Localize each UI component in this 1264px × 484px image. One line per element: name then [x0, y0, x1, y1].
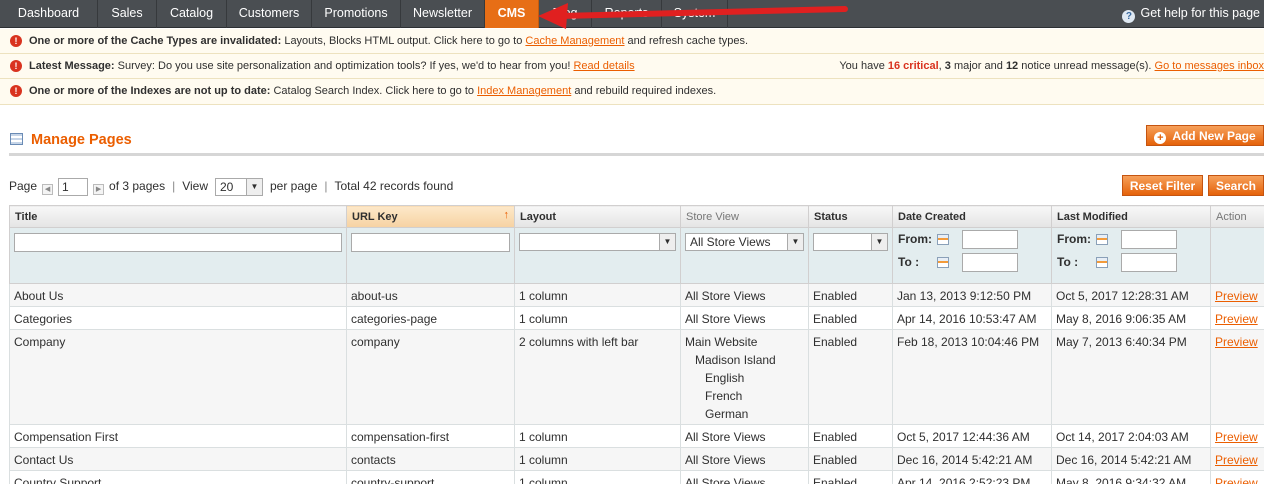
pager: Page ◀ 1 ▶ of 3 pages | View 20 ▼ per page | Total … — [9, 178, 454, 196]
calendar-icon[interactable] — [1096, 234, 1108, 245]
status-filter-select[interactable]: ▼ — [813, 233, 888, 251]
latest-message-title: Latest Message: — [29, 60, 115, 72]
chevron-down-icon: ▼ — [246, 179, 262, 195]
sort-up-icon: ↑ — [503, 209, 510, 221]
index-management-link[interactable]: Index Management — [477, 85, 571, 97]
column-date-created[interactable]: Date Created — [892, 205, 1052, 228]
read-details-link[interactable]: Read details — [573, 60, 634, 72]
preview-link[interactable]: Preview — [1215, 289, 1258, 303]
cache-message-text: Layouts, Blocks HTML output. Click here … — [281, 35, 526, 47]
page-input[interactable]: 1 — [58, 178, 89, 196]
index-message-title: One or more of the Indexes are not up to… — [29, 85, 271, 97]
nav-cms[interactable]: CMS — [485, 0, 539, 28]
column-status[interactable]: Status — [808, 205, 893, 228]
search-button[interactable]: Search — [1208, 175, 1264, 196]
created-from-input[interactable] — [962, 230, 1018, 249]
preview-link[interactable]: Preview — [1215, 476, 1258, 484]
column-last-modified[interactable]: Last Modified — [1051, 205, 1211, 228]
calendar-icon[interactable] — [937, 234, 949, 245]
created-to-input[interactable] — [962, 253, 1018, 272]
error-icon: ! — [10, 60, 22, 72]
preview-link[interactable]: Preview — [1215, 335, 1258, 349]
nav-sales[interactable]: Sales — [98, 0, 157, 28]
table-row[interactable]: About Us about-us 1 column All Store Views E… — [9, 283, 1264, 307]
column-url-key[interactable]: URL Key ↑ — [346, 205, 515, 228]
chevron-down-icon: ▼ — [871, 234, 887, 250]
notice-count: 12 — [1005, 60, 1019, 72]
column-title[interactable]: Title — [9, 205, 347, 228]
preview-link[interactable]: Preview — [1215, 453, 1258, 467]
latest-message-text: Survey: Do you use site personalization … — [114, 60, 574, 72]
index-message: ! One or more of the Indexes are not up … — [0, 79, 1264, 105]
page-title: Manage Pages — [31, 132, 132, 148]
column-action: Action — [1210, 205, 1264, 228]
grid-icon — [10, 133, 23, 145]
unread-summary: You have 16 critical, 3 major and 12 not… — [839, 60, 1264, 72]
table-row[interactable]: Contact Us contacts 1 column All Store View… — [9, 447, 1264, 471]
column-store-view[interactable]: Store View — [680, 205, 809, 228]
nav-customers[interactable]: Customers — [227, 0, 312, 28]
index-message-tail: and rebuild required indexes. — [571, 85, 717, 97]
url-key-filter-input[interactable] — [351, 233, 510, 252]
error-icon: ! — [10, 35, 22, 47]
cache-message-tail: and refresh cache types. — [624, 35, 748, 47]
table-row[interactable]: Company company 2 columns with left bar Ma… — [9, 329, 1264, 425]
chevron-down-icon: ▼ — [787, 234, 803, 250]
next-page-icon[interactable]: ▶ — [93, 184, 105, 195]
reset-filter-button[interactable]: Reset Filter — [1122, 175, 1203, 196]
nav-blog[interactable]: Blog — [539, 0, 592, 28]
nav-promotions[interactable]: Promotions — [312, 0, 401, 28]
nav-reports[interactable]: Reports — [592, 0, 662, 28]
page-header: Manage Pages + Add New Page — [9, 125, 1264, 156]
cache-message-title: One or more of the Cache Types are inval… — [29, 35, 282, 47]
calendar-icon[interactable] — [937, 257, 949, 268]
layout-filter-select[interactable]: ▼ — [519, 233, 676, 251]
messages-inbox-link[interactable]: Go to messages inbox — [1155, 60, 1264, 72]
nav-catalog[interactable]: Catalog — [157, 0, 227, 28]
nav-dashboard[interactable]: Dashboard — [0, 0, 98, 28]
pages-grid: Title URL Key ↑ Layout Store View Status … — [9, 205, 1264, 484]
top-nav: Dashboard Sales Catalog Customers Promot… — [0, 0, 1264, 28]
index-message-text: Catalog Search Index. Click here to go t… — [270, 85, 478, 97]
table-row[interactable]: Country Support country-support 1 column Al… — [9, 470, 1264, 484]
help-link[interactable]: ? Get help for this page — [1122, 0, 1260, 28]
modified-from-input[interactable] — [1121, 230, 1177, 249]
chevron-down-icon: ▼ — [659, 234, 675, 250]
latest-message: ! Latest Message: Survey: Do you use sit… — [0, 54, 1264, 79]
nav-newsletter[interactable]: Newsletter — [401, 0, 485, 28]
total-records: Total 42 records found — [334, 179, 454, 193]
table-row[interactable]: Categories categories-page 1 column All Sto… — [9, 306, 1264, 330]
store-view-filter-select[interactable]: All Store Views ▼ — [685, 233, 804, 251]
title-filter-input[interactable] — [14, 233, 342, 252]
prev-page-icon[interactable]: ◀ — [42, 184, 54, 195]
modified-to-input[interactable] — [1121, 253, 1177, 272]
error-icon: ! — [10, 85, 22, 97]
help-icon: ? — [1122, 10, 1136, 23]
help-text: Get help for this page — [1140, 6, 1260, 20]
per-page-select[interactable]: 20 ▼ — [215, 178, 263, 196]
column-layout[interactable]: Layout — [514, 205, 681, 228]
critical-count: 16 critical — [887, 60, 939, 72]
table-row[interactable]: Compensation First compensation-first 1 co… — [9, 424, 1264, 448]
add-new-page-button[interactable]: + Add New Page — [1146, 125, 1264, 146]
filter-row: ▼ All Store Views ▼ ▼ From: To : From: To… — [9, 227, 1264, 284]
cache-message: ! One or more of the Cache Types are inv… — [0, 29, 1264, 54]
nav-system[interactable]: System — [662, 0, 728, 28]
preview-link[interactable]: Preview — [1215, 430, 1258, 444]
calendar-icon[interactable] — [1096, 257, 1108, 268]
preview-link[interactable]: Preview — [1215, 312, 1258, 326]
cache-management-link[interactable]: Cache Management — [525, 35, 624, 47]
plus-icon: + — [1154, 132, 1167, 144]
